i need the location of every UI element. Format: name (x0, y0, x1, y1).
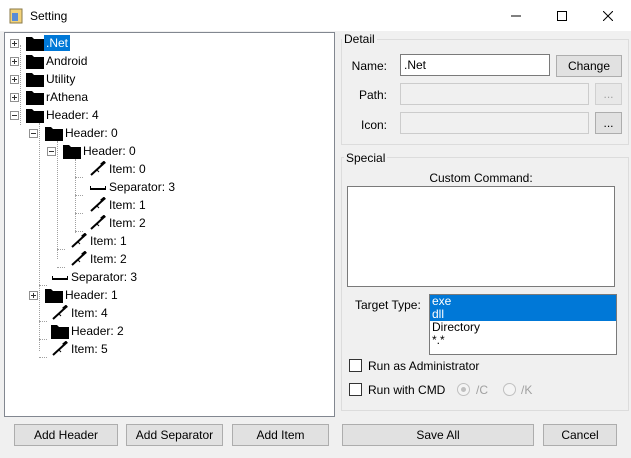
header-folder-icon (26, 89, 44, 105)
target-type-option[interactable]: *.* (430, 334, 616, 347)
run-as-admin-checkbox[interactable] (349, 359, 362, 372)
close-icon (603, 10, 613, 21)
custom-command-field[interactable] (347, 186, 615, 287)
path-field[interactable] (400, 83, 589, 105)
tree-connector (39, 285, 47, 286)
minimize-icon (511, 15, 521, 16)
minimize-button[interactable] (493, 0, 539, 31)
expand-icon[interactable] (10, 39, 19, 48)
close-button[interactable] (585, 0, 631, 31)
tree-node-label[interactable]: rAthena (44, 89, 90, 105)
icon-label: Icon: (360, 118, 387, 132)
item-tool-icon (89, 196, 107, 213)
cancel-button[interactable]: Cancel (543, 424, 617, 446)
expand-icon[interactable] (10, 57, 19, 66)
add-item-button[interactable]: Add Item (232, 424, 329, 446)
item-tool-icon (89, 160, 107, 177)
icon-field[interactable] (400, 112, 589, 134)
add-separator-button[interactable]: Add Separator (126, 424, 223, 446)
tree-connector (57, 249, 65, 250)
collapse-icon[interactable] (29, 129, 38, 138)
header-folder-icon (26, 71, 44, 87)
maximize-button[interactable] (539, 0, 585, 31)
item-tool-icon (51, 304, 69, 321)
add-header-button[interactable]: Add Header (14, 424, 118, 446)
header-folder-icon (63, 143, 81, 159)
header-folder-icon (51, 323, 69, 339)
tree-connector (57, 141, 58, 259)
save-all-button[interactable]: Save All (342, 424, 534, 446)
run-as-admin-label: Run as Administrator (368, 359, 480, 373)
radio-k[interactable] (503, 383, 516, 396)
tree-node-label[interactable]: Item: 1 (88, 233, 129, 249)
tree-node-label[interactable]: Item: 4 (69, 305, 110, 321)
tree-connector (20, 45, 21, 125)
header-folder-icon (45, 125, 63, 141)
tree-connector (75, 177, 83, 178)
item-tool-icon (70, 250, 88, 267)
tree-node-label[interactable]: Header: 1 (63, 287, 120, 303)
header-folder-icon (26, 53, 44, 69)
path-browse-button[interactable]: ... (595, 83, 622, 105)
tree-node-label[interactable]: Android (44, 53, 89, 69)
tree-node-label[interactable]: Item: 2 (88, 251, 129, 267)
item-tool-icon (89, 214, 107, 231)
item-tool-icon (70, 232, 88, 249)
target-type-label: Target Type: (355, 298, 421, 312)
tree-node-label[interactable]: Utility (44, 71, 77, 87)
tree-connector (39, 321, 47, 322)
tree-connector (75, 159, 76, 233)
tree-connector (39, 339, 47, 340)
tree-node-label[interactable]: Item: 2 (107, 215, 148, 231)
change-button[interactable]: Change (556, 55, 622, 77)
tree-node-label[interactable]: Item: 5 (69, 341, 110, 357)
tree-connector (75, 231, 83, 232)
tree-node-label[interactable]: .Net (44, 35, 71, 51)
tree-connector (57, 267, 65, 268)
name-field[interactable]: .Net (400, 54, 550, 76)
app-icon (9, 8, 23, 24)
header-folder-icon (26, 35, 44, 51)
tree-node-label[interactable]: Item: 1 (107, 197, 148, 213)
tree-node-label[interactable]: Separator: 3 (69, 269, 139, 285)
tree-node-label[interactable]: Header: 0 (81, 143, 138, 159)
separator-icon (89, 179, 107, 195)
window-title: Setting (30, 9, 68, 23)
target-type-option[interactable]: Directory (430, 321, 616, 334)
tree-connector (75, 213, 83, 214)
radio-k-label: /K (521, 383, 533, 397)
header-folder-icon (26, 107, 44, 123)
header-folder-icon (45, 287, 63, 303)
tree-connector (39, 357, 47, 358)
target-type-list[interactable]: exe dll Directory *.* (429, 294, 617, 355)
tree-view[interactable]: .Net Android Utility rAthena Header: 4 Header… (4, 32, 335, 417)
collapse-icon[interactable] (10, 111, 19, 120)
item-tool-icon (51, 340, 69, 357)
title-bar: Setting (0, 0, 631, 31)
maximize-icon (557, 10, 567, 21)
detail-group-title: Detail (342, 32, 377, 46)
tree-node-label[interactable]: Item: 0 (107, 161, 148, 177)
special-group-title: Special (344, 151, 388, 165)
radio-c[interactable] (457, 383, 470, 396)
expand-icon[interactable] (29, 291, 38, 300)
expand-icon[interactable] (10, 75, 19, 84)
tree-node-label[interactable]: Header: 2 (69, 323, 126, 339)
run-with-cmd-checkbox[interactable] (349, 383, 362, 396)
radio-c-label: /C (476, 383, 488, 397)
tree-connector (75, 195, 83, 196)
target-type-option[interactable]: exe (430, 295, 616, 308)
tree-node-label[interactable]: Header: 4 (44, 107, 101, 123)
expand-icon[interactable] (10, 93, 19, 102)
tree-node-label[interactable]: Separator: 3 (107, 179, 177, 195)
run-with-cmd-label: Run with CMD (368, 383, 446, 397)
icon-browse-button[interactable]: ... (595, 112, 622, 134)
path-label: Path: (358, 88, 387, 102)
separator-icon (51, 269, 69, 285)
custom-command-label: Custom Command: (429, 171, 533, 185)
tree-node-label[interactable]: Header: 0 (63, 125, 120, 141)
name-label: Name: (351, 59, 387, 73)
collapse-icon[interactable] (47, 147, 56, 156)
tree-connector (39, 123, 40, 351)
